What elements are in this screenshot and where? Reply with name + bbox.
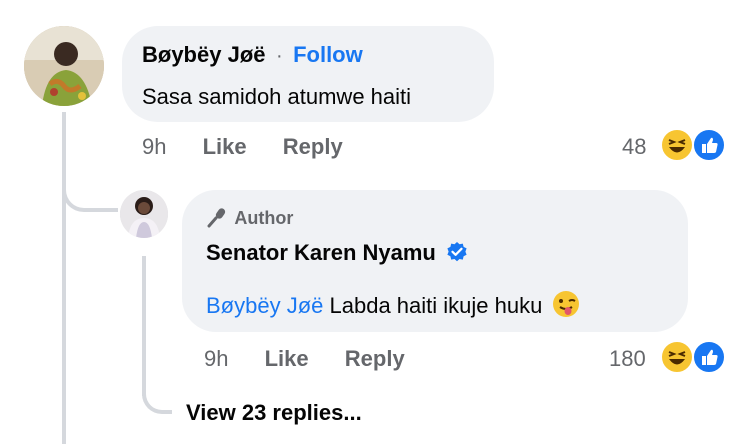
mention-link[interactable]: Bøybëy Jøë — [206, 293, 323, 318]
reply-text-line: Bøybëy Jøë Labda haiti ikuje huku — [206, 290, 580, 324]
thread-connector-view-replies — [142, 380, 172, 414]
thread-line-main — [62, 112, 66, 444]
thread-line-reply — [142, 256, 146, 396]
reply-text: Labda haiti ikuje huku — [329, 293, 543, 318]
comment-bubble: Bøybëy Jøë · Follow Sasa samidoh atumwe … — [122, 26, 494, 122]
comment-actions: 9h Like Reply — [142, 134, 343, 160]
verified-badge-icon — [446, 241, 468, 268]
winking-tongue-emoji-icon — [552, 290, 580, 324]
author-badge: Author — [206, 206, 293, 233]
laughing-emoji-icon — [660, 340, 694, 374]
reply-button[interactable]: Reply — [283, 134, 343, 159]
reply-author[interactable]: Senator Karen Nyamu — [206, 240, 436, 265]
separator-dot: · — [275, 45, 283, 67]
user-photo-icon — [120, 190, 168, 238]
avatar[interactable] — [24, 26, 104, 106]
user-photo-icon — [24, 26, 104, 106]
like-button[interactable]: Like — [203, 134, 247, 159]
reply-bubble: Author Senator Karen Nyamu Bøybëy Jøë La… — [182, 190, 688, 332]
follow-button[interactable]: Follow — [293, 42, 363, 67]
reaction-count[interactable]: 180 — [609, 346, 646, 372]
comment-text: Sasa samidoh atumwe haiti — [142, 84, 412, 109]
reaction-icons[interactable] — [660, 128, 730, 162]
thumbs-up-icon — [692, 128, 726, 162]
microphone-icon — [206, 206, 230, 233]
reply-button[interactable]: Reply — [345, 346, 405, 371]
comment-time[interactable]: 9h — [142, 134, 166, 159]
like-button[interactable]: Like — [265, 346, 309, 371]
thumbs-up-icon — [692, 340, 726, 374]
avatar[interactable] — [120, 190, 168, 238]
comment-author[interactable]: Bøybëy Jøë — [142, 42, 266, 67]
reply-actions: 9h Like Reply — [204, 346, 405, 372]
reaction-icons[interactable] — [660, 340, 730, 374]
view-replies-button[interactable]: View 23 replies... — [186, 400, 362, 426]
author-badge-label: Author — [234, 208, 294, 228]
reply-time[interactable]: 9h — [204, 346, 228, 371]
reaction-count[interactable]: 48 — [622, 134, 646, 160]
thread-connector-reply — [62, 176, 118, 212]
laughing-emoji-icon — [660, 128, 694, 162]
